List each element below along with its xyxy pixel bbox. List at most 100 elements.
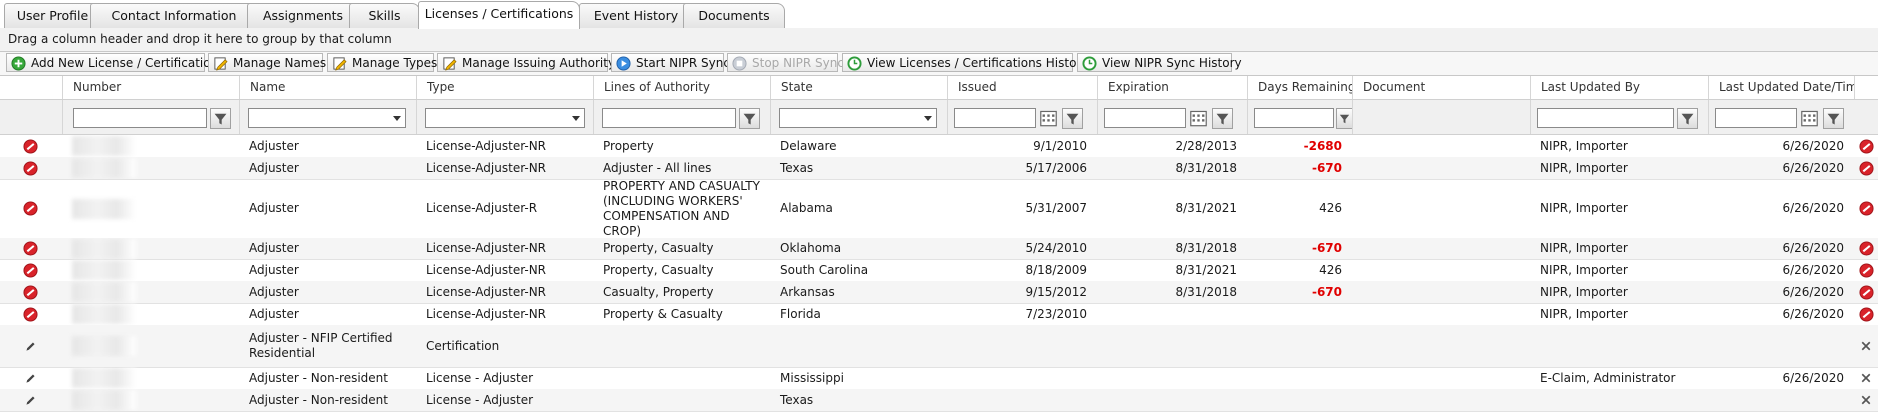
tab-assignments[interactable]: Assignments [247,3,359,28]
cell-name: Adjuster [239,303,416,325]
column-header-state[interactable]: State [770,76,947,99]
close-icon[interactable] [1856,389,1876,411]
delete-icon[interactable] [1856,259,1876,281]
delete-icon[interactable] [1856,303,1876,325]
cell-loa: Property & Casualty [593,303,770,325]
table-row[interactable]: Adjuster - Non-resident License - Adjuste… [0,367,1878,390]
close-icon[interactable] [1856,325,1876,367]
start-nipr-sync-button[interactable]: Start NIPR Sync [611,53,730,72]
column-header-type[interactable]: Type [416,76,593,99]
table-row[interactable]: Adjuster License-Adjuster-R PROPERTY AND C… [0,179,1878,239]
edit-icon[interactable] [19,389,41,411]
tab-documents[interactable]: Documents [683,3,785,28]
filter-updated-date-input[interactable] [1715,108,1797,128]
cell-document [1352,238,1530,259]
delete-icon[interactable] [19,259,41,281]
tab-event-history[interactable]: Event History [579,3,693,28]
calendar-icon[interactable] [1189,108,1208,128]
table-row[interactable]: Adjuster License-Adjuster-NR Property, Cas… [0,238,1878,260]
filter-funnel-icon[interactable] [1212,108,1233,129]
view-nipr-sync-history-button[interactable]: View NIPR Sync History [1077,53,1242,72]
add-license-button[interactable]: Add New License / Certification [6,53,218,72]
close-icon[interactable] [1856,367,1876,389]
cell-loa: Property [593,135,770,157]
table-row[interactable]: Adjuster License-Adjuster-NR Property, Cas… [0,259,1878,282]
tab-contact-information[interactable]: Contact Information [90,3,258,28]
table-row[interactable]: Adjuster License-Adjuster-NR Property Delaw… [0,135,1878,158]
delete-icon[interactable] [1856,157,1876,179]
delete-icon[interactable] [19,179,41,238]
table-row[interactable]: Adjuster License-Adjuster-NR Property & Ca… [0,303,1878,326]
filter-updated-by-input[interactable] [1537,108,1674,128]
updated-at-value: 6/26/2020 [1782,284,1844,299]
filter-type-select[interactable] [425,108,585,128]
filter-days-input[interactable] [1254,108,1334,128]
cell-days [1247,367,1352,389]
manage-types-button[interactable]: Manage Types [327,53,437,72]
delete-icon[interactable] [19,303,41,325]
column-header-issued[interactable]: Issued [947,76,1097,99]
column-header-last-updated-by[interactable]: Last Updated By [1530,76,1708,99]
column-header-days-remaining[interactable]: Days Remaining [1247,76,1352,99]
column-header-name[interactable]: Name [239,76,416,99]
calendar-icon[interactable] [1039,108,1058,128]
updated-at-value: 6/26/2020 [1782,262,1844,277]
column-header-lines-of-authority[interactable]: Lines of Authority [593,76,770,99]
updated-by-value: NIPR, Importer [1540,241,1628,255]
delete-icon[interactable] [1856,281,1876,303]
cell-number [62,281,239,303]
column-header-number[interactable]: Number [62,76,239,99]
delete-icon[interactable] [19,135,41,157]
manage-issuing-authority-button[interactable]: Manage Issuing Authority [437,53,615,72]
filter-state-select[interactable] [779,108,937,128]
edit-icon[interactable] [19,325,41,367]
delete-icon[interactable] [1856,238,1876,259]
cell-days [1247,325,1352,367]
loa-value: Property, Casualty [603,241,714,255]
calendar-icon[interactable] [1800,108,1819,128]
delete-icon[interactable] [1856,135,1876,157]
filter-funnel-icon[interactable] [1823,108,1844,129]
delete-icon[interactable] [19,281,41,303]
cell-expiration: 8/31/2021 [1097,179,1247,238]
cell-updated-at [1708,389,1854,411]
issued-value: 5/17/2006 [1025,160,1087,175]
delete-icon[interactable] [19,238,41,259]
tab-user-profile[interactable]: User Profile [4,3,101,28]
table-row[interactable]: Adjuster - Non-resident License - Adjuste… [0,389,1878,412]
filter-number-input[interactable] [73,108,207,128]
edit-icon[interactable] [19,367,41,389]
column-header-document[interactable]: Document [1352,76,1530,99]
filter-funnel-icon[interactable] [739,108,760,129]
delete-icon[interactable] [1856,179,1876,238]
tab-licenses-certifications[interactable]: Licenses / Certifications [418,1,580,29]
filter-lines-of-authority [593,100,770,134]
tab-skills[interactable]: Skills [349,3,420,28]
filter-funnel-icon[interactable] [1677,108,1698,129]
filter-expiration-input[interactable] [1104,108,1186,128]
cell-updated-at: 6/26/2020 [1708,157,1854,179]
delete-icon[interactable] [19,157,41,179]
stop-nipr-sync-button[interactable]: Stop NIPR Sync [727,53,844,72]
column-header-expiration[interactable]: Expiration [1097,76,1247,99]
group-by-panel[interactable]: Drag a column header and drop it here to… [0,28,1878,52]
manage-names-button[interactable]: Manage Names [208,53,326,72]
table-row[interactable]: Adjuster License-Adjuster-NR Adjuster - Al… [0,157,1878,180]
column-header-last-updated-date[interactable]: Last Updated Date/Time [1708,76,1854,99]
type-value: License-Adjuster-NR [426,262,547,277]
cell-issued: 8/18/2009 [947,259,1097,281]
filter-loa-input[interactable] [602,108,736,128]
table-row[interactable]: Adjuster License-Adjuster-NR Casualty, Pro… [0,281,1878,304]
days-value: -670 [1311,241,1342,255]
cell-expiration: 8/31/2018 [1097,157,1247,179]
days-value: 426 [1319,201,1342,215]
filter-funnel-icon[interactable] [210,108,231,129]
cell-expiration [1097,303,1247,325]
table-row[interactable]: Adjuster - NFIP Certified Residential Cer… [0,325,1878,368]
loa-value: Adjuster - All lines [603,160,712,175]
filter-name-select[interactable] [248,108,406,128]
filter-funnel-icon[interactable] [1336,108,1353,129]
filter-funnel-icon[interactable] [1062,108,1083,129]
view-licenses-history-button[interactable]: View Licenses / Certifications History [842,53,1088,72]
filter-issued-input[interactable] [954,108,1036,128]
